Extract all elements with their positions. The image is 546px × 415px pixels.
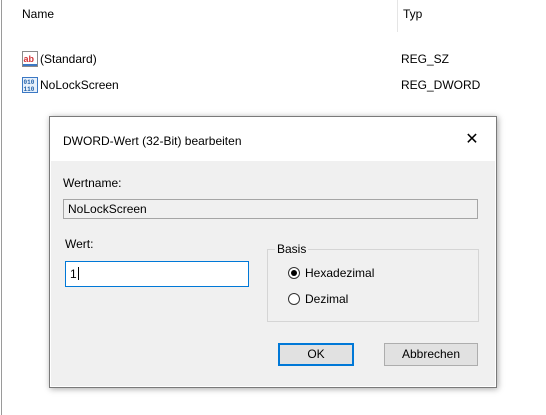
list-item-type: REG_DWORD (401, 78, 481, 92)
svg-text:ab: ab (24, 54, 35, 64)
radio-decimal-label: Dezimal (305, 292, 349, 306)
radio-button-unchecked-icon (288, 293, 300, 305)
binary-value-icon: 010 110 (22, 77, 38, 93)
window-left-border (1, 0, 2, 415)
base-label: Basis (275, 242, 309, 256)
list-item[interactable]: 010 110 NoLockScreen REG_DWORD (22, 76, 522, 94)
close-icon[interactable]: ✕ (458, 126, 486, 154)
ok-button[interactable]: OK (278, 343, 354, 366)
column-header-type[interactable]: Typ (403, 7, 422, 21)
value-label: Wert: (65, 237, 94, 251)
edit-dword-dialog: DWORD-Wert (32-Bit) bearbeiten ✕ Wertnam… (49, 116, 497, 388)
list-item-type: REG_SZ (401, 52, 450, 66)
list-item-name: NoLockScreen (40, 78, 119, 92)
value-data-input[interactable]: 1 (65, 261, 249, 287)
text-cursor (77, 267, 79, 280)
value-name-field[interactable]: NoLockScreen (63, 199, 478, 219)
base-groupbox: Basis Hexadezimal Dezimal (267, 242, 479, 322)
column-header-name[interactable]: Name (22, 7, 54, 21)
list-header: Name Typ (2, 0, 546, 32)
dialog-body: Wertname: NoLockScreen Wert: 1 Basis Hex… (51, 161, 495, 386)
dialog-title: DWORD-Wert (32-Bit) bearbeiten (63, 134, 242, 148)
svg-text:110: 110 (24, 86, 35, 93)
radio-button-checked-icon (288, 267, 300, 279)
svg-text:010: 010 (24, 79, 35, 86)
list-item-name: (Standard) (40, 52, 97, 66)
string-value-icon: ab (22, 51, 38, 67)
radio-hexadecimal-label: Hexadezimal (305, 266, 375, 280)
column-separator[interactable] (397, 0, 398, 32)
value-name-label: Wertname: (63, 176, 122, 190)
value-data-text: 1 (70, 267, 77, 281)
list-item[interactable]: ab (Standard) REG_SZ (22, 50, 522, 68)
cancel-button[interactable]: Abbrechen (384, 343, 478, 366)
